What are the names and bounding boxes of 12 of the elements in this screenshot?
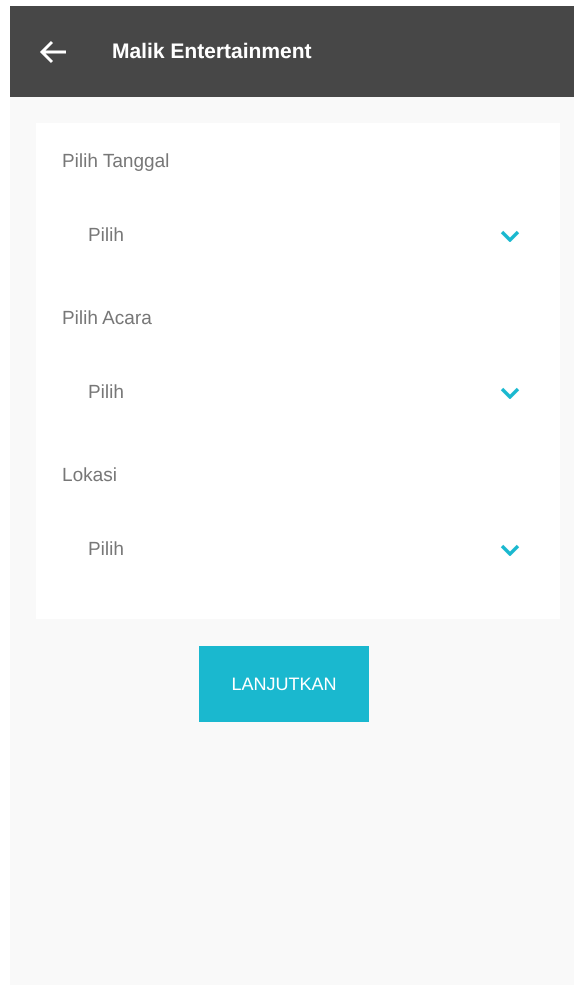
back-arrow-icon[interactable] xyxy=(40,40,68,64)
continue-button[interactable]: LANJUTKAN xyxy=(199,646,369,722)
app-title: Malik Entertainment xyxy=(112,38,312,65)
chevron-down-icon xyxy=(500,544,520,556)
chevron-down-icon xyxy=(500,230,520,242)
field-label: Pilih Tanggal xyxy=(62,150,170,174)
field-label: Lokasi xyxy=(62,464,118,488)
field-label: Pilih Acara xyxy=(62,307,153,331)
chevron-down-icon xyxy=(500,387,520,399)
dropdown-field[interactable]: Pilih xyxy=(62,363,526,423)
dropdown-field[interactable]: Pilih xyxy=(62,520,526,580)
dropdown-field[interactable]: Pilih xyxy=(62,206,526,266)
